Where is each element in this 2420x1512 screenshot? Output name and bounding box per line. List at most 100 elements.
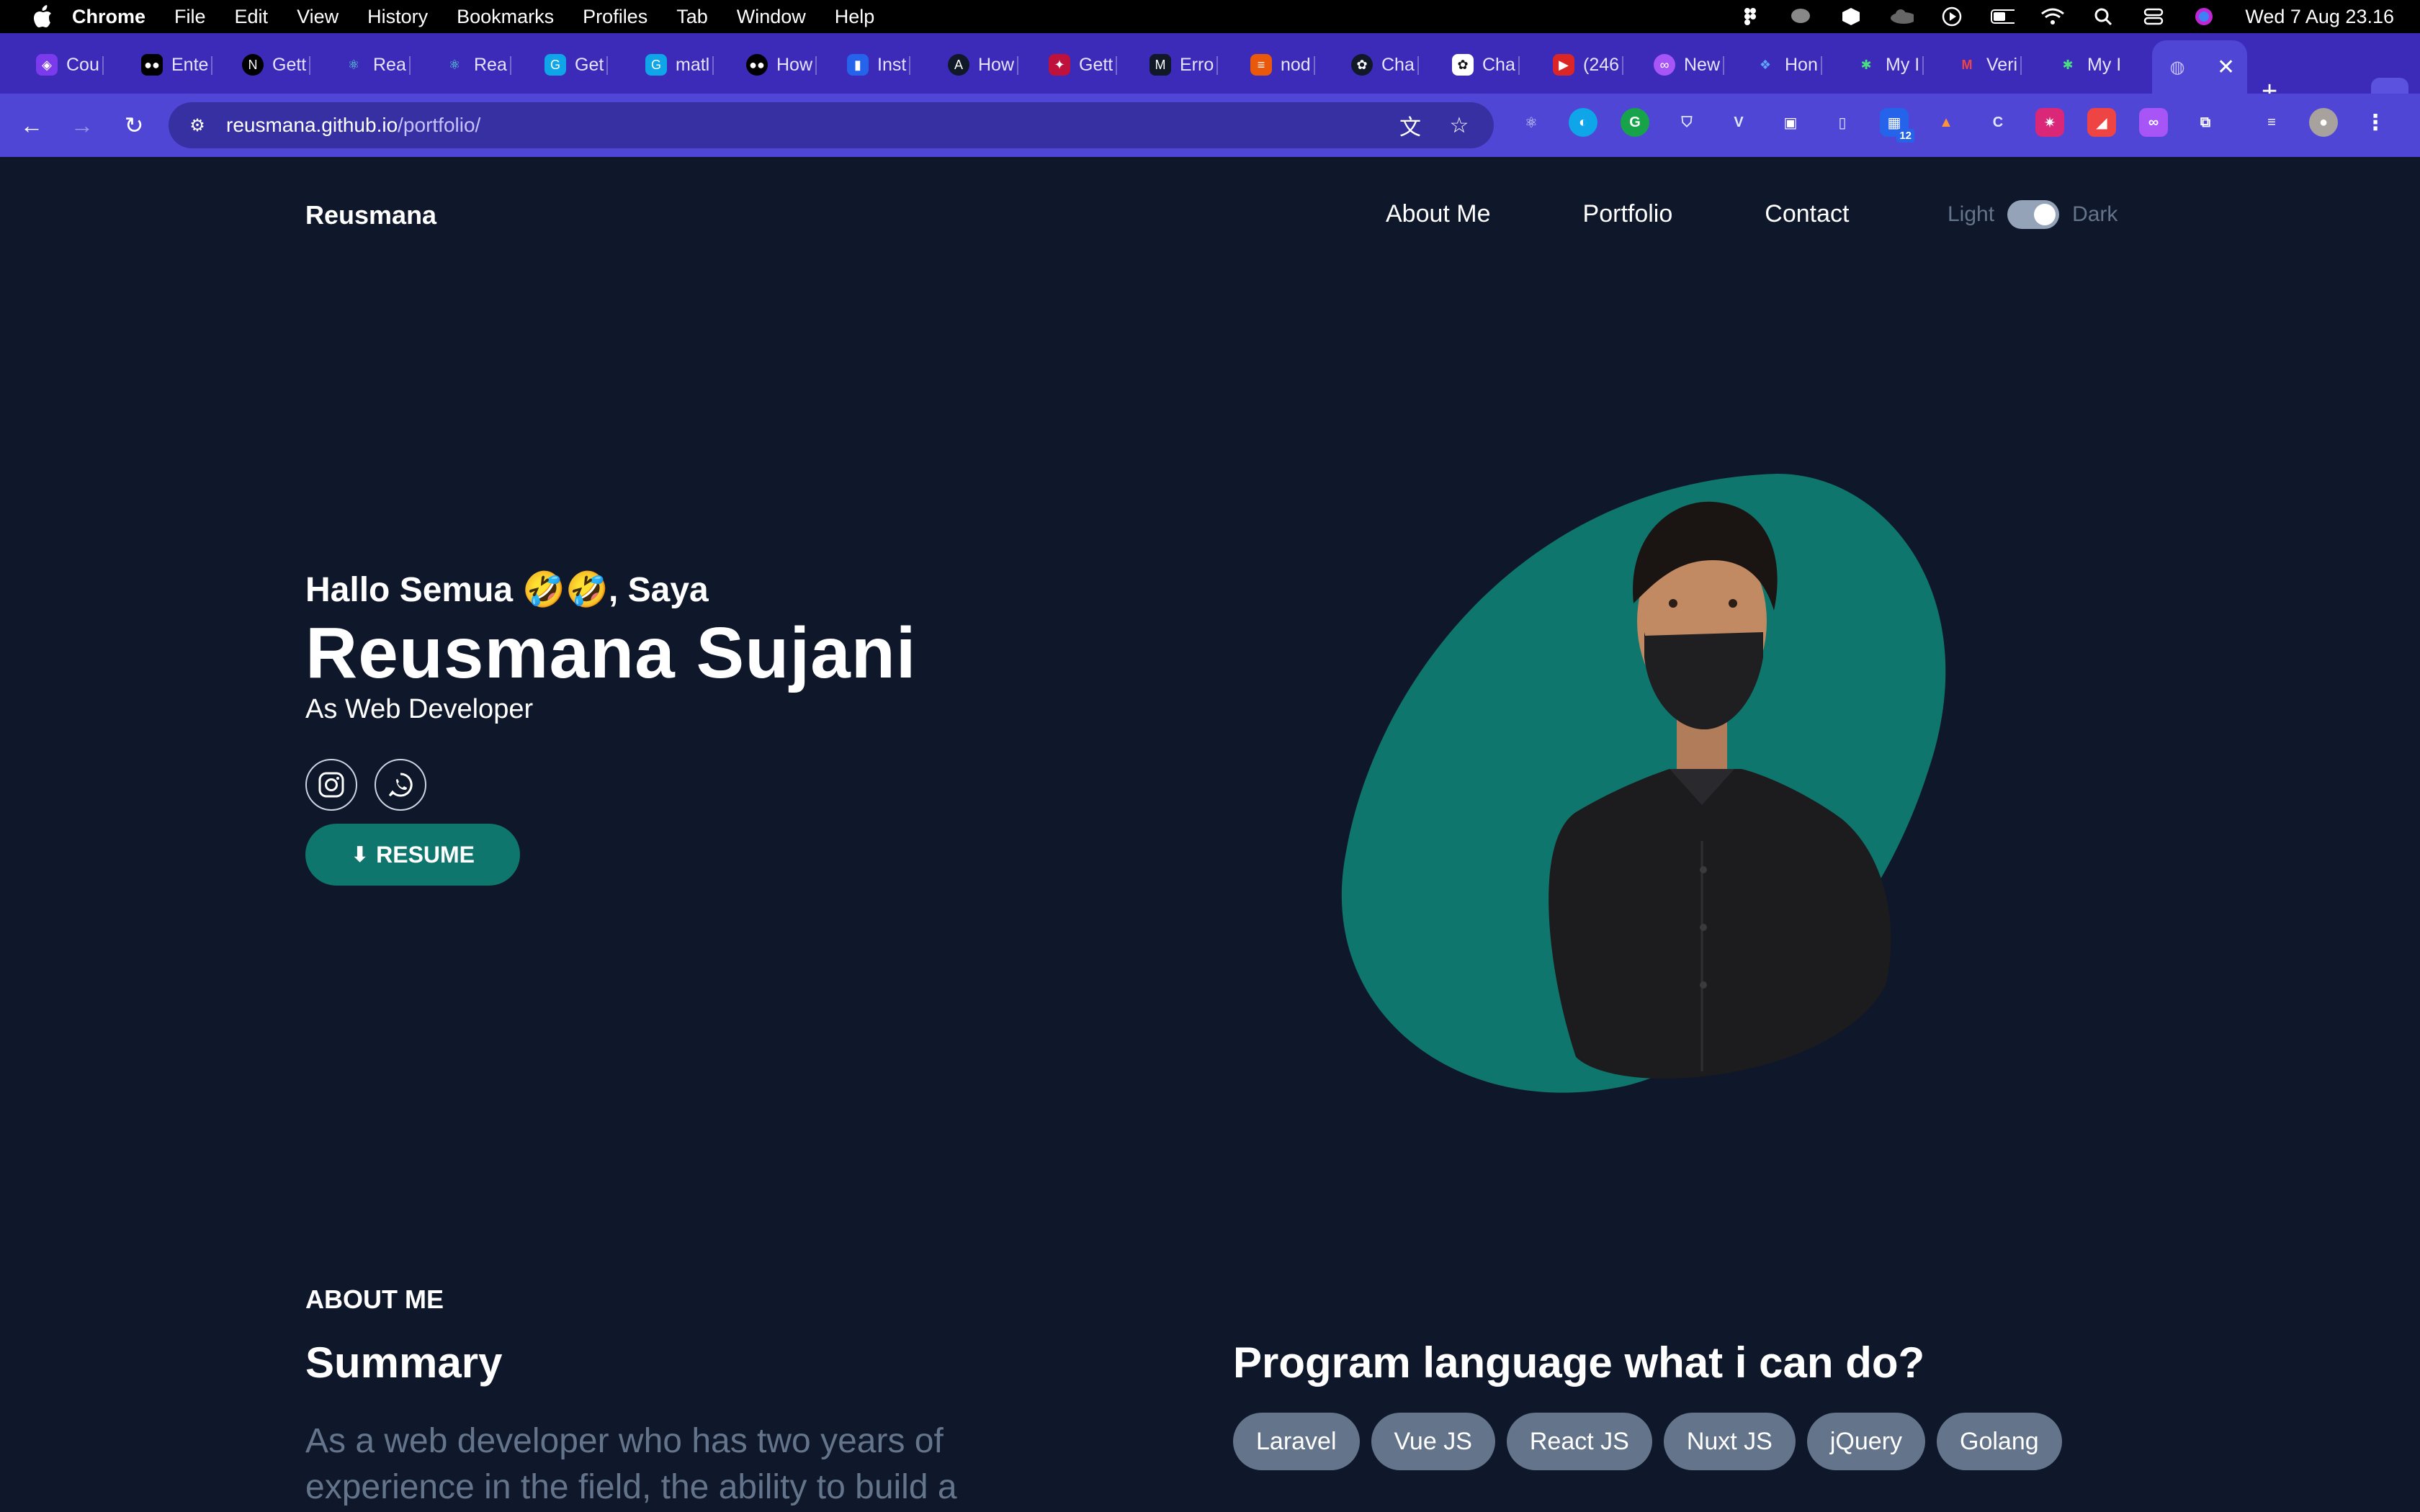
browser-tab[interactable]: ∞ New: [1654, 42, 1725, 88]
tab-label: How: [776, 54, 813, 75]
control-center-icon[interactable]: [2141, 6, 2166, 27]
browser-tab[interactable]: ●● Ente: [141, 42, 213, 88]
skill-chip-vue: Vue JS: [1371, 1413, 1495, 1470]
toggle-knob: [2034, 204, 2056, 225]
resume-button[interactable]: ⬇ RESUME: [305, 824, 520, 886]
tab-label: Veri: [1986, 54, 2018, 75]
reload-icon[interactable]: ↻: [118, 109, 150, 141]
menubar-clock[interactable]: Wed 7 Aug 23.16: [2245, 6, 2394, 28]
browser-tab[interactable]: M Erro: [1150, 42, 1219, 88]
youtube-icon: ▶: [1553, 54, 1574, 76]
chat-bubble-icon[interactable]: [1788, 6, 1813, 27]
fox-extension-icon[interactable]: ▲: [1932, 108, 1960, 137]
profile-avatar[interactable]: ●: [2309, 108, 2338, 137]
browser-tab[interactable]: G Get: [544, 42, 609, 88]
address-bar[interactable]: ⚙ reusmana.github.io/portfolio/ 文 ☆: [169, 102, 1494, 148]
menu-help[interactable]: Help: [835, 6, 875, 28]
menu-history[interactable]: History: [367, 6, 428, 28]
macos-menu-bar: Chrome File Edit View History Bookmarks …: [0, 0, 2420, 33]
menu-tab[interactable]: Tab: [676, 6, 708, 28]
back-arrow-icon[interactable]: ←: [16, 109, 48, 141]
postman-icon[interactable]: ◢: [2087, 108, 2116, 137]
site-settings-icon[interactable]: ⚙: [183, 111, 212, 140]
browser-tab[interactable]: ▮ Inst: [847, 42, 911, 88]
menu-app-name[interactable]: Chrome: [72, 6, 145, 28]
graphql-icon[interactable]: ✷: [2035, 108, 2064, 137]
browser-tab[interactable]: ▶ (246: [1553, 42, 1624, 88]
react-icon: ⚛: [448, 57, 461, 72]
whatsapp-icon[interactable]: [375, 759, 426, 811]
browser-tab[interactable]: A How: [948, 42, 1019, 88]
theme-dark-label: Dark: [2072, 202, 2118, 226]
window-extension-icon[interactable]: ▣: [1776, 108, 1805, 137]
nav-contact[interactable]: Contact: [1765, 200, 1849, 228]
browser-tab[interactable]: ●● How: [746, 42, 817, 88]
battery-icon[interactable]: [1990, 6, 2015, 27]
tab-label: matl: [676, 54, 710, 75]
siri-icon[interactable]: [2192, 6, 2216, 27]
nav-portfolio[interactable]: Portfolio: [1583, 200, 1673, 228]
browser-tab[interactable]: ❖ Hon: [1754, 42, 1822, 88]
nestjs-icon: ✦: [1049, 54, 1070, 76]
hero-role: As Web Developer: [305, 694, 534, 724]
browser-tab[interactable]: ⚛ Rea: [444, 42, 511, 88]
translate-icon[interactable]: 文: [1394, 109, 1426, 141]
browser-tab-active[interactable]: ◍ ✕: [2152, 40, 2247, 94]
calendar-extension-icon[interactable]: ▦ 12: [1880, 108, 1914, 143]
browser-tab[interactable]: N Gett: [242, 42, 311, 88]
shield-icon: ◈: [36, 54, 58, 76]
browser-tab[interactable]: Gmatl: [645, 42, 714, 88]
puzzle-extensions-icon[interactable]: ⧉: [2191, 108, 2220, 137]
menu-file[interactable]: File: [174, 6, 206, 28]
wifi-icon[interactable]: [2040, 6, 2065, 27]
browser-tab[interactable]: ≡ nod: [1250, 42, 1315, 88]
vue-devtools-icon[interactable]: V: [1724, 108, 1753, 137]
search-icon[interactable]: [2091, 6, 2115, 27]
about-me-label: ABOUT ME: [305, 1284, 444, 1314]
url-text[interactable]: reusmana.github.io/portfolio/: [226, 114, 480, 137]
browser-tab[interactable]: ◈ Cou: [36, 42, 104, 88]
menu-view[interactable]: View: [297, 6, 339, 28]
site-brand[interactable]: Reusmana: [305, 200, 436, 230]
chrome-menu-icon[interactable]: ⋮: [2361, 108, 2390, 137]
theme-toggle[interactable]: [2007, 200, 2060, 229]
docs-extension-icon[interactable]: ▯: [1828, 108, 1857, 137]
instagram-icon[interactable]: [305, 759, 357, 811]
url-path: /portfolio/: [398, 114, 481, 136]
infinity-extension-icon[interactable]: ∞: [2139, 108, 2168, 137]
browser-tab[interactable]: ⚛ Rea: [343, 42, 411, 88]
tab-label: Ente: [171, 54, 209, 75]
portfolio-page: Reusmana About Me Portfolio Contact Ligh…: [0, 157, 2420, 1512]
browser-tab[interactable]: M Veri: [1956, 42, 2022, 88]
nav-about-me[interactable]: About Me: [1386, 200, 1491, 228]
gmail-icon: M: [1961, 57, 1973, 72]
close-tab-icon[interactable]: ✕: [2217, 55, 2235, 80]
tab-label: How: [978, 54, 1015, 75]
grammarly-icon[interactable]: G: [1621, 108, 1649, 137]
browser-tab[interactable]: ✿ Cha: [1452, 42, 1520, 88]
cube-icon[interactable]: [1839, 6, 1863, 27]
menu-profiles[interactable]: Profiles: [583, 6, 647, 28]
openai-icon: ✿: [1452, 54, 1474, 76]
menu-window[interactable]: Window: [737, 6, 806, 28]
shield-extension-icon[interactable]: ⛉: [1672, 108, 1701, 137]
browser-tab[interactable]: ✱ My I: [2057, 42, 2121, 88]
tab-label: Cha: [1482, 54, 1515, 75]
menu-bookmarks[interactable]: Bookmarks: [457, 6, 554, 28]
figma-icon[interactable]: [1738, 6, 1762, 27]
browser-tab[interactable]: ✦ Gett: [1049, 42, 1118, 88]
code-extension-icon[interactable]: C: [1984, 108, 2012, 137]
cloud-icon[interactable]: [1889, 6, 1914, 27]
bookmark-star-icon[interactable]: ☆: [1443, 109, 1475, 141]
reading-list-icon[interactable]: ≡: [2257, 108, 2286, 137]
tab-label: My I: [1886, 54, 1920, 75]
apple-logo-icon[interactable]: [26, 0, 59, 33]
menu-edit[interactable]: Edit: [235, 6, 269, 28]
golang-icon: G: [645, 54, 667, 76]
browser-tab[interactable]: ✱ My I: [1855, 42, 1924, 88]
edge-extension-icon[interactable]: ◐: [1569, 108, 1597, 137]
forward-arrow-icon[interactable]: →: [66, 109, 98, 141]
browser-tab[interactable]: ✿ Cha: [1351, 42, 1419, 88]
play-circle-icon[interactable]: [1940, 6, 1964, 27]
react-devtools-icon[interactable]: ⚛: [1517, 108, 1546, 137]
